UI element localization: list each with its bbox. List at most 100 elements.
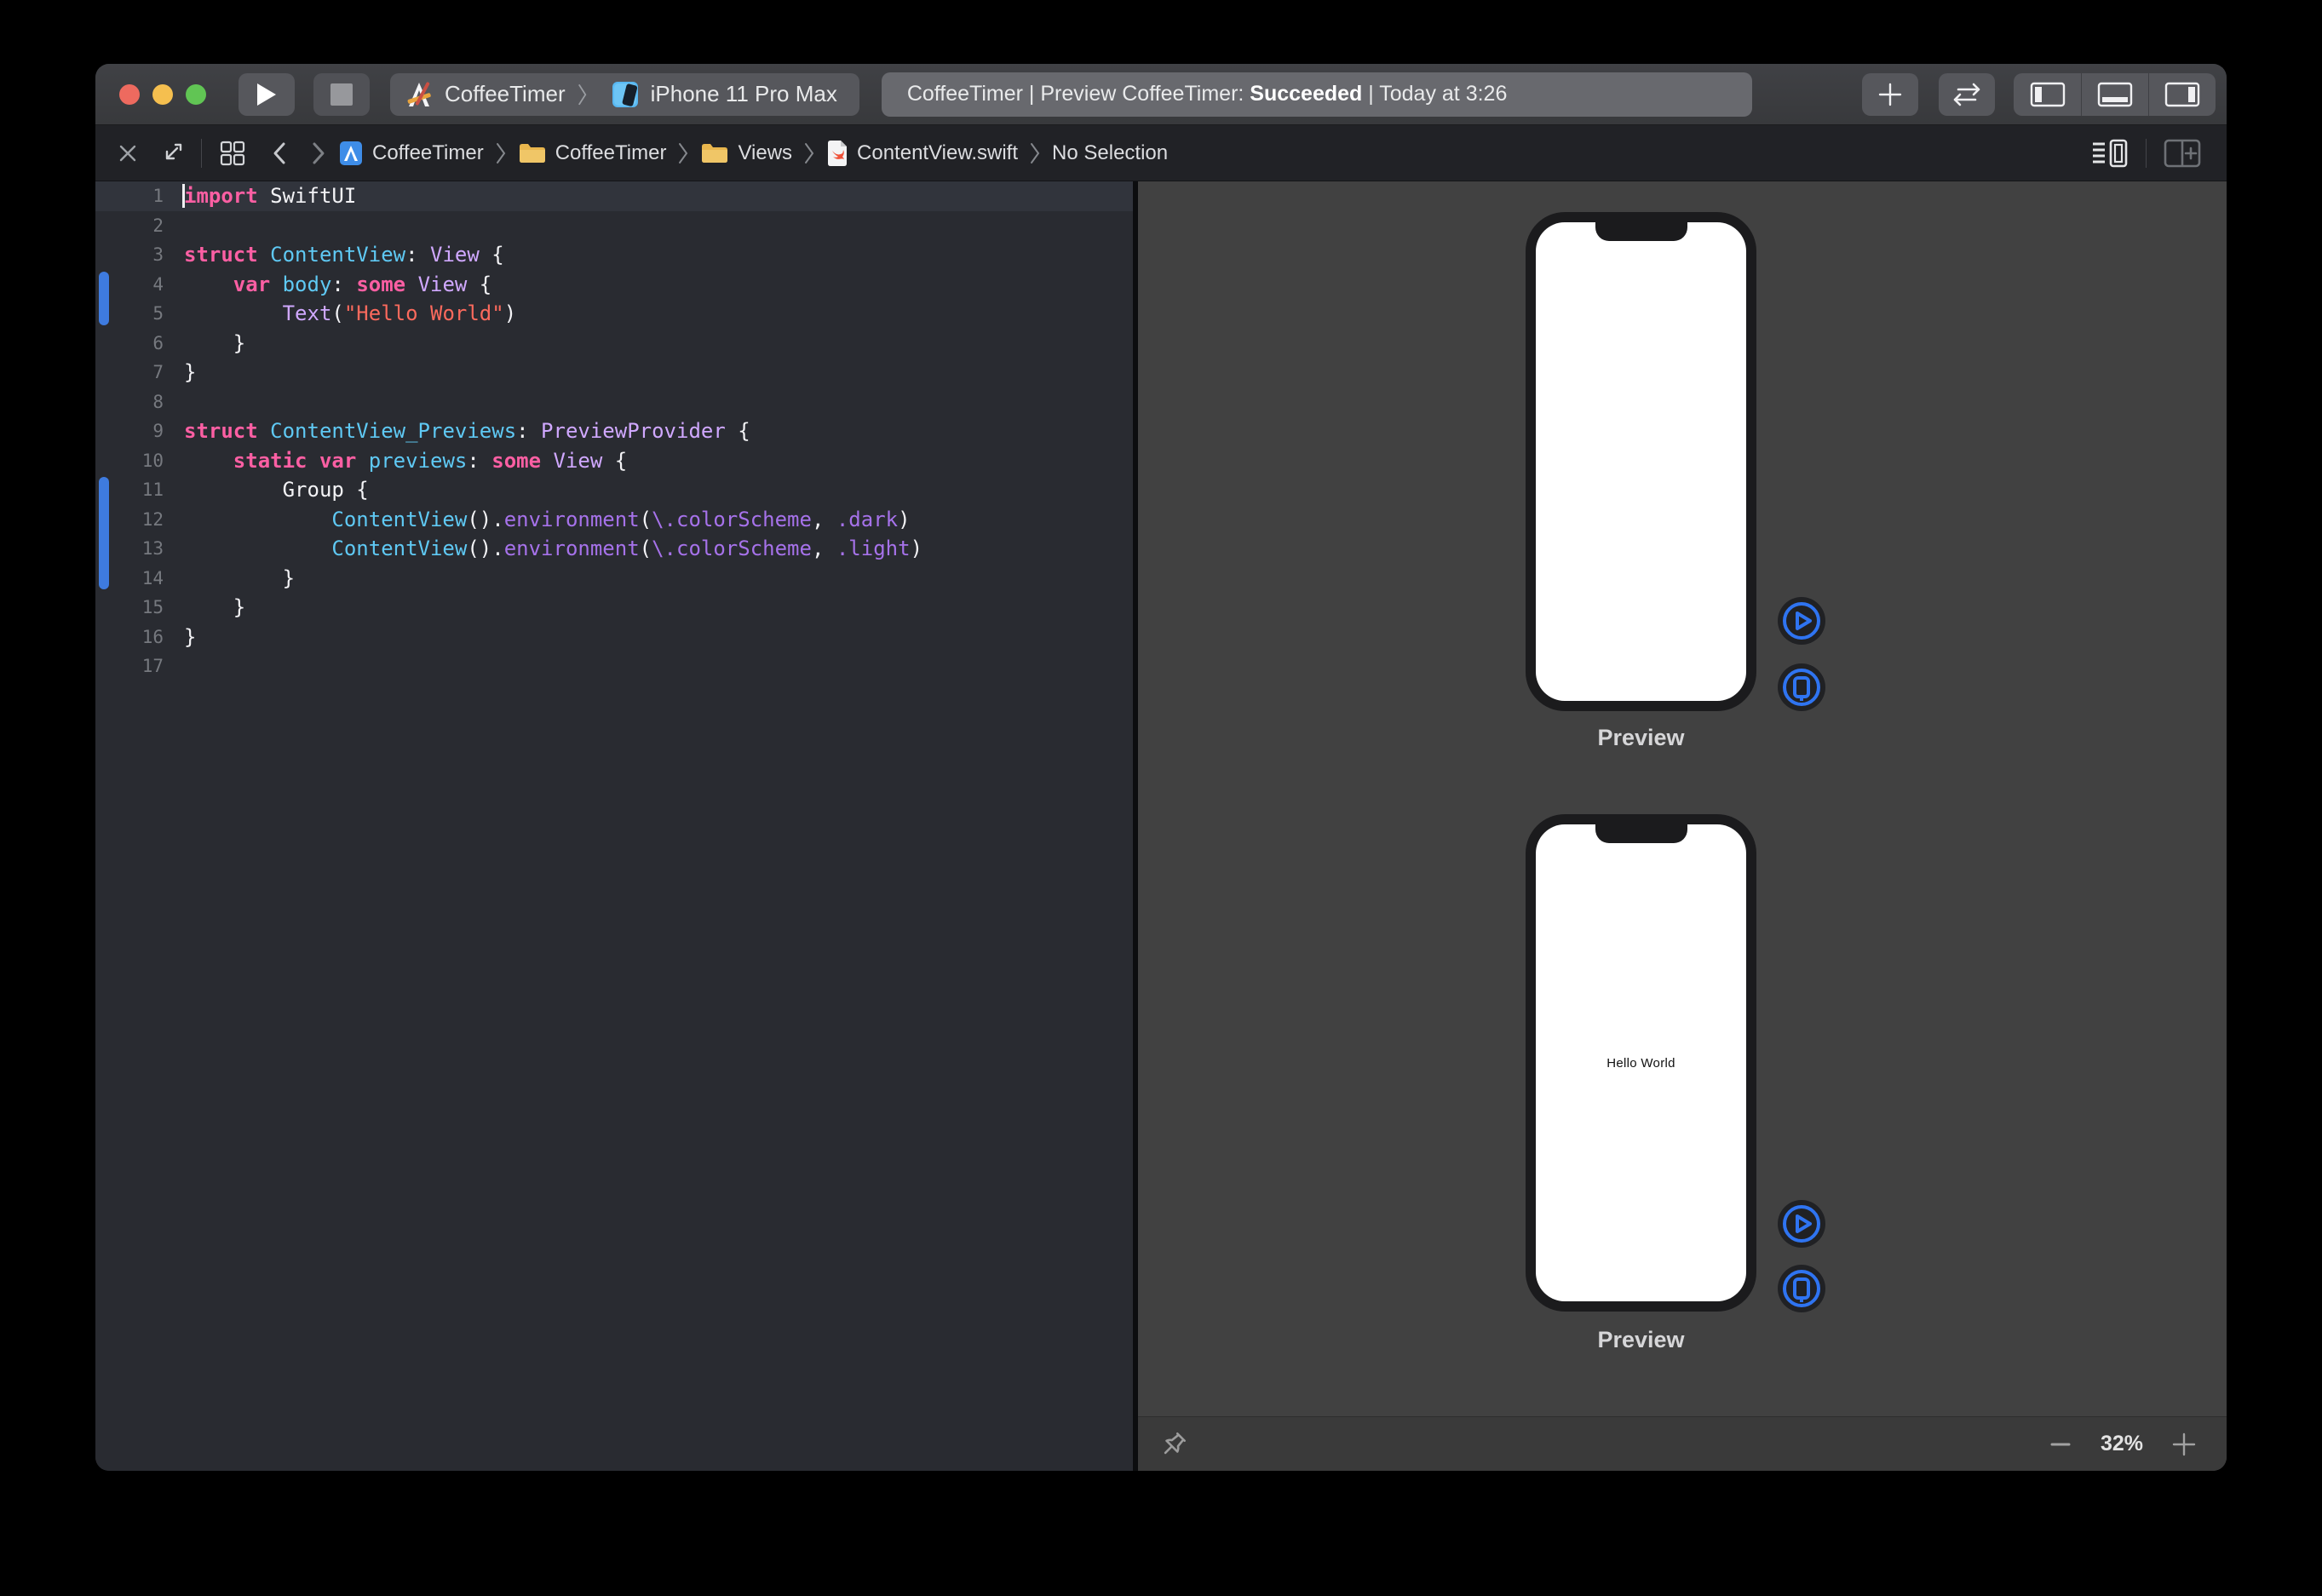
- code-line[interactable]: 6 }: [95, 329, 1133, 359]
- back-button[interactable]: [272, 141, 287, 165]
- live-preview-button-2[interactable]: [1778, 1200, 1825, 1248]
- code-text: }: [184, 358, 196, 388]
- zoom-out-button[interactable]: [2049, 1433, 2072, 1455]
- zoom-window-button[interactable]: [186, 84, 206, 105]
- scheme-device-label: iPhone 11 Pro Max: [651, 81, 837, 107]
- swift-file-icon: [826, 140, 848, 167]
- line-number: 15: [95, 593, 164, 623]
- device-preview-1[interactable]: [1526, 212, 1756, 711]
- editor-options-button[interactable]: [2091, 139, 2129, 168]
- preview-label-1: Preview: [1526, 725, 1756, 751]
- notch: [1595, 824, 1687, 843]
- chevron-right-icon: [311, 141, 326, 165]
- code-line[interactable]: 14 }: [95, 564, 1133, 594]
- device-preview-2[interactable]: Hello World: [1526, 814, 1756, 1312]
- line-number: 4: [95, 270, 164, 300]
- play-icon: [256, 82, 278, 107]
- code-text: }: [184, 623, 196, 652]
- code-text: import SwiftUI: [184, 181, 356, 211]
- live-preview-button-1[interactable]: [1778, 597, 1825, 645]
- jump-bar: CoffeeTimer CoffeeTimer Views: [95, 125, 2227, 181]
- live-preview-play-icon: [1778, 597, 1825, 645]
- pin-preview-button[interactable]: [1157, 1427, 1191, 1461]
- jumpbar-divider: [2146, 139, 2147, 168]
- plus-icon: [1877, 82, 1903, 107]
- run-button[interactable]: [239, 73, 295, 116]
- scheme-selector[interactable]: CoffeeTimer 〉 iPhone 11 Pro Max: [390, 73, 859, 116]
- swap-arrows-icon: [1950, 82, 1984, 107]
- code-line[interactable]: 2: [95, 211, 1133, 241]
- line-number: 3: [95, 240, 164, 270]
- code-text: }: [184, 564, 295, 594]
- preview-canvas: Preview Hello World: [1138, 181, 2227, 1471]
- related-items-button[interactable]: [219, 140, 246, 167]
- line-number: 5: [95, 299, 164, 329]
- notch: [1595, 222, 1687, 241]
- toggle-inspector-button[interactable]: [2148, 73, 2216, 116]
- editor-area: 1import SwiftUI23struct ContentView: Vie…: [95, 181, 2227, 1471]
- code-text: static var previews: some View {: [184, 446, 627, 476]
- toolbar-right-buttons: [1862, 73, 2216, 116]
- breadcrumb-item-views[interactable]: Views: [700, 141, 792, 165]
- editor-swap-button[interactable]: [1939, 73, 1995, 116]
- code-line[interactable]: 3struct ContentView: View {: [95, 240, 1133, 270]
- traffic-lights: [119, 84, 206, 105]
- line-number: 16: [95, 623, 164, 652]
- breadcrumb-separator: [678, 142, 688, 164]
- breadcrumb-item-file[interactable]: ContentView.swift: [826, 140, 1018, 167]
- preview-on-device-button-2[interactable]: [1778, 1265, 1825, 1312]
- add-editor-button[interactable]: [2164, 139, 2201, 168]
- right-panel-icon: [2164, 82, 2200, 107]
- device-icon: [1778, 663, 1825, 711]
- close-window-button[interactable]: [119, 84, 140, 105]
- line-number: 6: [95, 329, 164, 359]
- code-text: }: [184, 593, 245, 623]
- zoom-in-button[interactable]: [2172, 1432, 2196, 1456]
- line-number: 14: [95, 564, 164, 594]
- simulator-icon: [612, 79, 641, 110]
- code-line[interactable]: 1import SwiftUI: [95, 181, 1133, 211]
- source-editor[interactable]: 1import SwiftUI23struct ContentView: Vie…: [95, 181, 1133, 1471]
- code-line[interactable]: 16}: [95, 623, 1133, 652]
- shrink-editor-button[interactable]: [160, 141, 184, 165]
- breadcrumb-item-selection[interactable]: No Selection: [1052, 141, 1168, 165]
- code-line[interactable]: 12 ContentView().environment(\.colorSche…: [95, 505, 1133, 535]
- code-line[interactable]: 5 Text("Hello World"): [95, 299, 1133, 329]
- code-line[interactable]: 9struct ContentView_Previews: PreviewPro…: [95, 416, 1133, 446]
- forward-button[interactable]: [311, 141, 326, 165]
- toggle-navigator-button[interactable]: [2014, 73, 2081, 116]
- phone-screen-2[interactable]: Hello World: [1536, 824, 1746, 1301]
- breadcrumb-separator: [496, 142, 506, 164]
- breadcrumb-item-group[interactable]: CoffeeTimer: [518, 141, 667, 165]
- preview-label-2: Preview: [1526, 1327, 1756, 1353]
- code-line[interactable]: 15 }: [95, 593, 1133, 623]
- breadcrumb-item-project[interactable]: CoffeeTimer: [338, 141, 484, 166]
- folder-icon: [700, 141, 729, 165]
- canvas-bottom-bar: 32%: [1138, 1416, 2227, 1471]
- toggle-debug-area-button[interactable]: [2081, 73, 2148, 116]
- code-text: ContentView().environment(\.colorScheme,…: [184, 505, 911, 535]
- close-editor-button[interactable]: [118, 143, 138, 164]
- preview-on-device-button-1[interactable]: [1778, 663, 1825, 711]
- code-line[interactable]: 17: [95, 652, 1133, 681]
- code-line[interactable]: 10 static var previews: some View {: [95, 446, 1133, 476]
- preview-screen-text-2: Hello World: [1606, 1056, 1675, 1071]
- library-button[interactable]: [1862, 73, 1918, 116]
- folder-icon: [518, 141, 547, 165]
- code-line[interactable]: 8: [95, 388, 1133, 417]
- activity-viewer[interactable]: CoffeeTimer | Preview CoffeeTimer: Succe…: [882, 72, 1752, 117]
- close-icon: [118, 143, 138, 164]
- minimize-window-button[interactable]: [152, 84, 173, 105]
- device-icon: [1778, 1265, 1825, 1312]
- code-line[interactable]: 11 Group {: [95, 475, 1133, 505]
- code-line[interactable]: 7}: [95, 358, 1133, 388]
- code-line[interactable]: 13 ContentView().environment(\.colorSche…: [95, 534, 1133, 564]
- phone-screen-1[interactable]: [1536, 222, 1746, 701]
- zoom-level[interactable]: 32%: [2101, 1432, 2143, 1456]
- line-number: 10: [95, 446, 164, 476]
- code-text: ContentView().environment(\.colorScheme,…: [184, 534, 922, 564]
- stop-button[interactable]: [313, 73, 370, 116]
- code-line[interactable]: 4 var body: some View {: [95, 270, 1133, 300]
- line-number: 2: [95, 211, 164, 241]
- line-number: 12: [95, 505, 164, 535]
